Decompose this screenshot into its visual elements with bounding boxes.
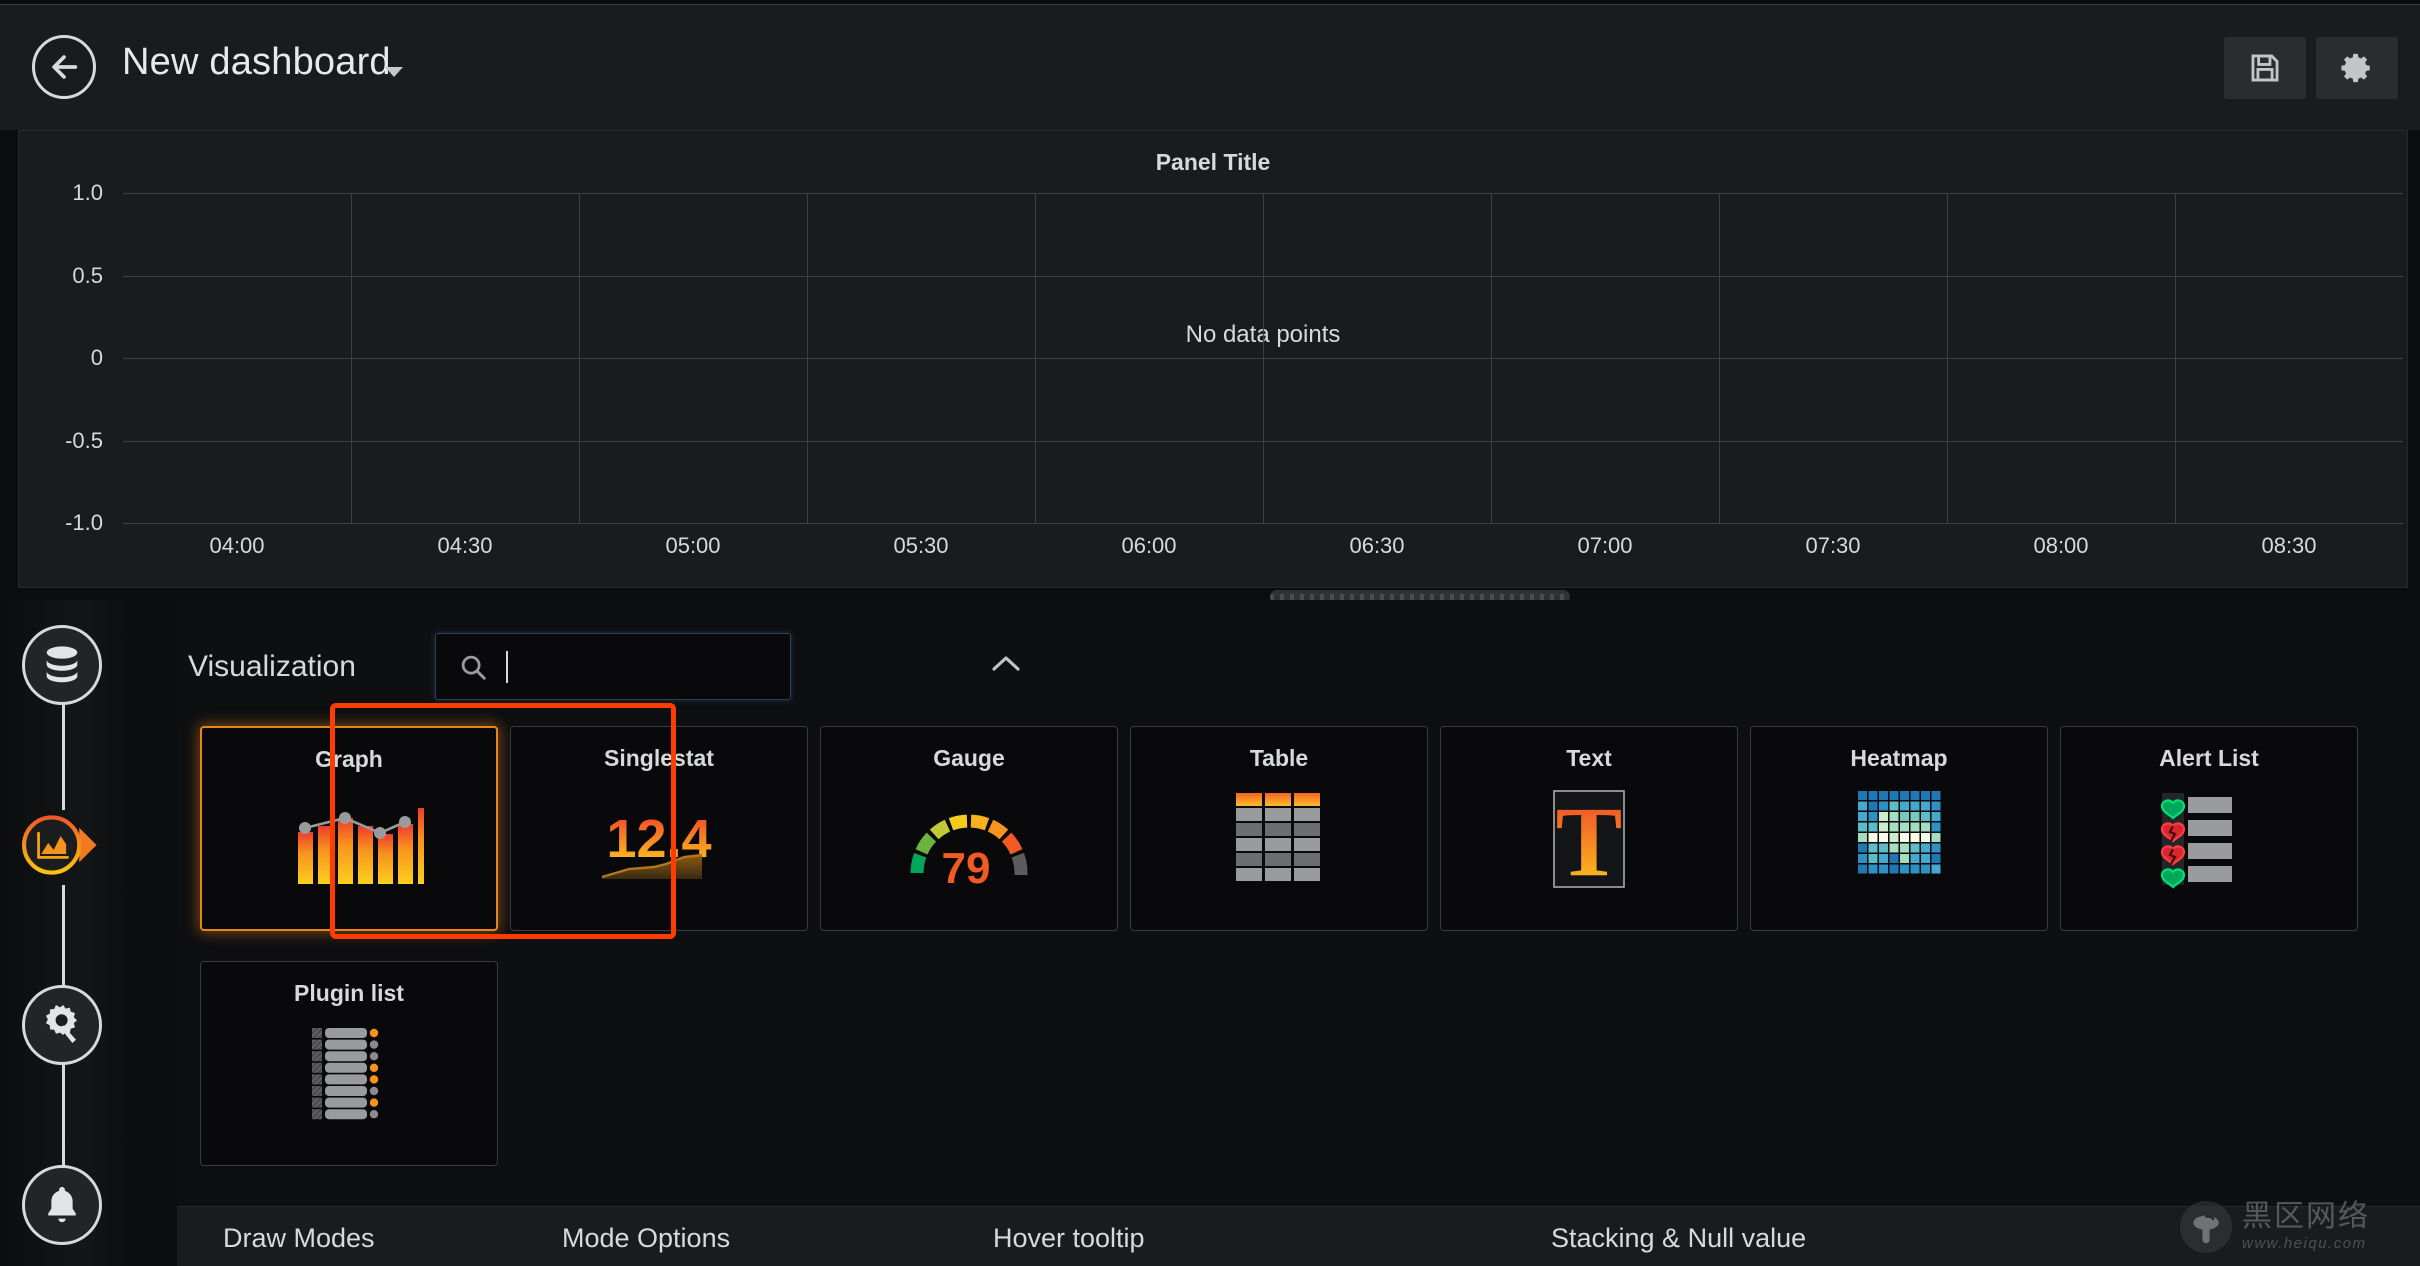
viz-card-alert-list[interactable]: Alert List [2060, 726, 2358, 931]
options-header-mode-options: Mode Options [562, 1223, 730, 1254]
alert-bell-icon [40, 1183, 84, 1227]
y-axis-tick-label: 0 [23, 345, 103, 371]
y-axis-tick-label: -0.5 [23, 428, 103, 454]
gridline-vertical [807, 193, 808, 523]
viz-card-title: Plugin list [201, 980, 497, 1007]
singlestat-icon: 12.4 [511, 785, 807, 895]
y-axis-tick-label: 1.0 [23, 180, 103, 206]
viz-card-title: Singlestat [511, 745, 807, 772]
y-axis-tick-label: 0.5 [23, 263, 103, 289]
panel-options-row: Draw Modes Mode Options Hover tooltip St… [177, 1206, 2420, 1266]
x-axis-tick-label: 06:30 [1349, 533, 1404, 559]
viz-card-singlestat[interactable]: Singlestat 12.4 [510, 726, 808, 931]
heatmap-icon [1751, 785, 2047, 895]
dashboard-title[interactable]: New dashboard [122, 41, 391, 84]
gridline-vertical [351, 193, 352, 523]
gauge-icon: 79 [821, 785, 1117, 895]
watermark-url-text: www.heiqu.com [2242, 1235, 2370, 1252]
search-icon [458, 652, 488, 682]
svg-text:T: T [1556, 786, 1623, 895]
y-axis-tick-label: -1.0 [23, 510, 103, 536]
collapse-section-button[interactable] [989, 652, 1023, 681]
x-axis-tick-label: 05:30 [893, 533, 948, 559]
text-cursor [506, 651, 508, 683]
rail-connector [62, 1065, 65, 1170]
svg-text:79: 79 [942, 844, 991, 893]
sidebar-item-alert[interactable] [22, 1165, 102, 1245]
gridline-horizontal [123, 523, 2403, 524]
table-icon [1131, 785, 1427, 895]
visualization-area-chart-icon [22, 802, 102, 888]
general-settings-gear-wrench-icon [38, 1001, 86, 1049]
viz-card-graph[interactable]: Graph [200, 726, 498, 931]
x-axis-tick-label: 07:00 [1577, 533, 1632, 559]
text-t-icon: T [1441, 785, 1737, 895]
viz-card-title: Graph [202, 746, 496, 773]
top-navbar: New dashboard [0, 4, 2420, 130]
alert-list-icon [2061, 785, 2357, 895]
viz-card-text[interactable]: Text T [1440, 726, 1738, 931]
mushroom-logo-icon [2180, 1201, 2232, 1253]
viz-card-table[interactable]: Table [1130, 726, 1428, 931]
x-axis-tick-label: 04:00 [209, 533, 264, 559]
viz-card-title: Heatmap [1751, 745, 2047, 772]
graph-plot-area: No data points 1.00.50-0.5-1.004:0004:30… [123, 193, 2403, 523]
sidebar-item-visualization[interactable] [22, 805, 102, 885]
rail-connector [62, 885, 65, 990]
gridline-vertical [1947, 193, 1948, 523]
x-axis-tick-label: 07:30 [1805, 533, 1860, 559]
back-button[interactable] [32, 35, 96, 99]
floppy-save-icon [2248, 51, 2282, 85]
viz-card-title: Text [1441, 745, 1737, 772]
back-arrow-icon [47, 50, 81, 84]
viz-card-heatmap[interactable]: Heatmap [1750, 726, 2048, 931]
gridline-vertical [1263, 193, 1264, 523]
viz-card-plugin-list[interactable]: Plugin list [200, 961, 498, 1166]
save-dashboard-button[interactable] [2224, 37, 2306, 99]
viz-card-title: Table [1131, 745, 1427, 772]
watermark: 黑区网络 www.heiqu.com [2180, 1196, 2410, 1258]
viz-card-gauge[interactable]: Gauge [820, 726, 1118, 931]
visualization-picker: Visualization Graph [177, 600, 2420, 1266]
rail-connector [62, 705, 65, 810]
plugin-list-icon [201, 1020, 497, 1130]
graph-panel: Panel Title No data points 1.00.50-0.5-1… [18, 130, 2408, 588]
visualization-section-label: Visualization [188, 650, 356, 684]
x-axis-tick-label: 08:30 [2261, 533, 2316, 559]
x-axis-tick-label: 06:00 [1121, 533, 1176, 559]
options-header-stacking-null: Stacking & Null value [1551, 1223, 1806, 1254]
gear-icon [2340, 51, 2374, 85]
sidebar-item-general[interactable] [22, 985, 102, 1065]
options-header-draw-modes: Draw Modes [223, 1223, 375, 1254]
x-axis-tick-label: 08:00 [2033, 533, 2088, 559]
chevron-up-icon [989, 652, 1023, 676]
graph-bars-line-icon [202, 786, 496, 896]
viz-card-title: Gauge [821, 745, 1117, 772]
gridline-vertical [1035, 193, 1036, 523]
options-header-hover-tooltip: Hover tooltip [993, 1223, 1145, 1254]
panel-title: Panel Title [19, 149, 2407, 176]
editor-sidebar-rail [0, 600, 140, 1266]
gridline-vertical [2175, 193, 2176, 523]
gridline-vertical [1491, 193, 1492, 523]
dashboard-settings-button[interactable] [2316, 37, 2398, 99]
visualization-search-input[interactable] [435, 633, 791, 700]
gridline-vertical [1719, 193, 1720, 523]
watermark-cn-text: 黑区网络 [2242, 1202, 2370, 1232]
chevron-down-icon[interactable] [385, 67, 403, 77]
gridline-vertical [579, 193, 580, 523]
viz-card-title: Alert List [2061, 745, 2357, 772]
sidebar-item-queries[interactable] [22, 625, 102, 705]
x-axis-tick-label: 05:00 [665, 533, 720, 559]
x-axis-tick-label: 04:30 [437, 533, 492, 559]
datasource-database-icon [39, 642, 85, 688]
